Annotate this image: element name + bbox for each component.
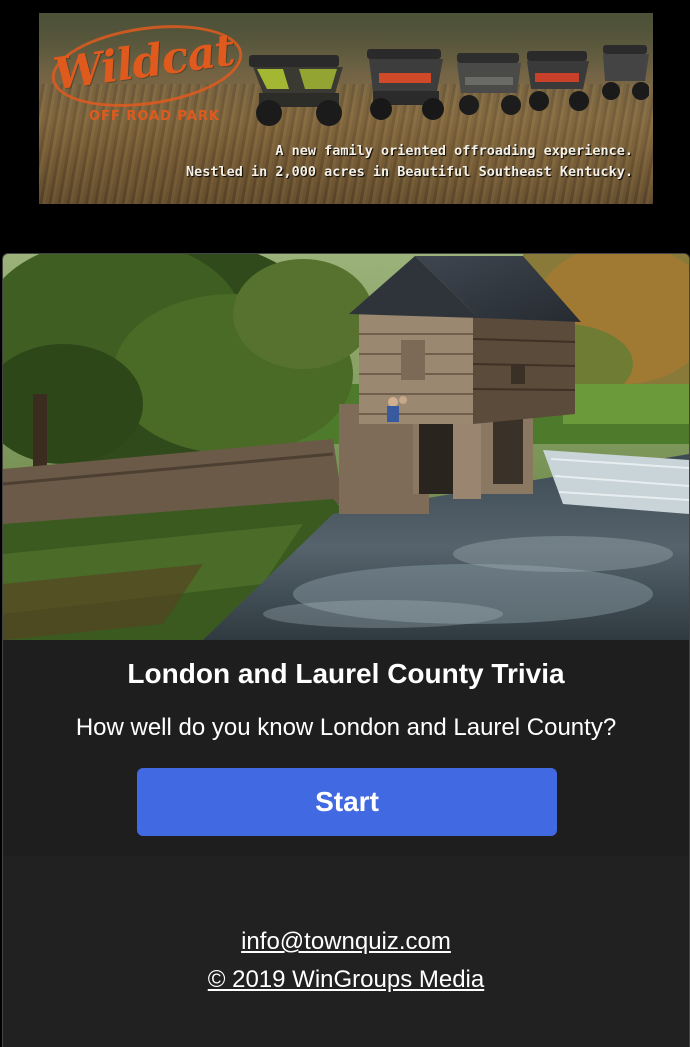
quiz-title: London and Laurel County Trivia <box>127 658 565 689</box>
quiz-description: How well do you know London and Laurel C… <box>75 714 617 741</box>
contact-email-link[interactable]: info@townquiz.com <box>3 928 689 956</box>
footer: info@townquiz.com © 2019 WinGroups Media <box>3 856 689 1047</box>
hero-image-mill <box>3 254 689 640</box>
ad-logo-subtitle: OFF ROAD PARK <box>89 109 220 124</box>
start-button[interactable]: Start <box>137 768 557 836</box>
ad-tagline-2: Nestled in 2,000 acres in Beautiful Sout… <box>185 164 633 180</box>
utv-vehicles-image <box>249 45 649 126</box>
copyright-link[interactable]: © 2019 WinGroups Media <box>3 966 689 994</box>
quiz-intro-panel: London and Laurel County Trivia How well… <box>3 640 689 856</box>
quiz-card: London and Laurel County Trivia How well… <box>2 253 690 1047</box>
ad-banner[interactable]: Wildcat OFF ROAD PARK A new family orien… <box>39 13 653 204</box>
ad-tagline-1: A new family oriented offroading experie… <box>275 143 633 159</box>
